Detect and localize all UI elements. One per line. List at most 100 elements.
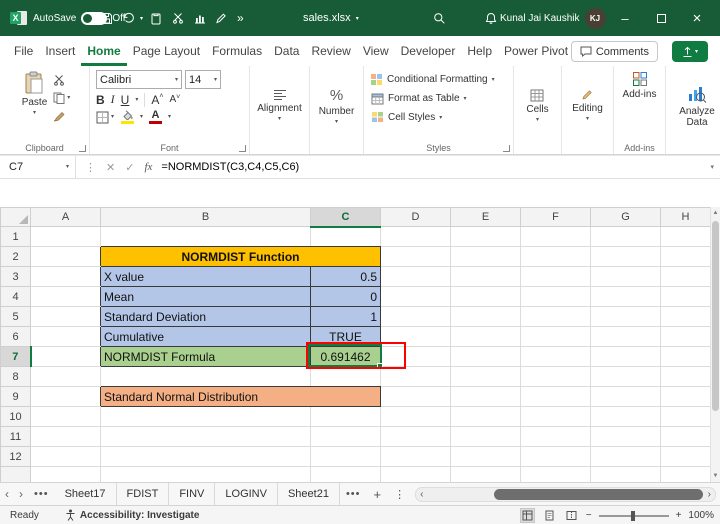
horizontal-scrollbar[interactable]: ‹ › — [415, 486, 716, 502]
cell[interactable] — [660, 386, 710, 407]
zoom-in-button[interactable]: + — [676, 510, 682, 521]
cell-b6-label[interactable]: Cumulative — [100, 326, 311, 347]
cell[interactable] — [100, 366, 311, 387]
col-header-e[interactable]: E — [450, 207, 521, 227]
cell[interactable] — [590, 406, 661, 427]
cell[interactable] — [520, 366, 591, 387]
cell[interactable] — [590, 286, 661, 307]
ribbon-tab-developer[interactable]: Developer — [395, 36, 462, 66]
cell[interactable] — [660, 366, 710, 387]
cell-styles-button[interactable]: Cell Styles ▾ — [367, 108, 510, 127]
analyze-data-button[interactable]: Analyze Data — [671, 83, 720, 129]
cell[interactable] — [520, 446, 591, 467]
cell[interactable] — [100, 226, 311, 247]
row-header-4[interactable]: 4 — [0, 286, 31, 307]
conditional-formatting-button[interactable]: Conditional Formatting ▾ — [367, 70, 510, 89]
cell[interactable] — [310, 466, 381, 482]
cell[interactable] — [520, 346, 591, 367]
cell[interactable] — [450, 426, 521, 447]
cell[interactable] — [520, 246, 591, 267]
bold-button[interactable]: B — [96, 93, 105, 107]
comments-button[interactable]: Comments — [570, 41, 658, 62]
prev-sheet-arrow-icon[interactable]: ‹ — [0, 487, 14, 501]
zoom-slider[interactable] — [598, 510, 669, 521]
cell[interactable] — [380, 366, 451, 387]
cell[interactable] — [310, 426, 381, 447]
ribbon-tab-help[interactable]: Help — [461, 36, 498, 66]
row-header-1[interactable]: 1 — [0, 226, 31, 247]
col-header-d[interactable]: D — [380, 207, 451, 227]
cell[interactable] — [590, 446, 661, 467]
page-layout-view-button[interactable] — [542, 508, 557, 523]
ribbon-tab-view[interactable]: View — [357, 36, 395, 66]
ribbon-tab-review[interactable]: Review — [305, 36, 356, 66]
cell[interactable] — [100, 406, 311, 427]
cell[interactable] — [310, 226, 381, 247]
underline-caret-icon[interactable]: ▾ — [135, 97, 138, 103]
paste-button[interactable]: Paste ▾ — [19, 70, 51, 123]
maximize-button[interactable] — [643, 0, 679, 36]
cell[interactable] — [380, 286, 451, 307]
search-button[interactable] — [433, 0, 446, 36]
styles-dialog-launcher-icon[interactable] — [503, 145, 510, 152]
cell-b7-label[interactable]: NORMDIST Formula — [100, 346, 311, 367]
cell[interactable] — [100, 426, 311, 447]
sheet-tab-fdist[interactable]: FDIST — [117, 483, 170, 505]
cell-b4-label[interactable]: Mean — [100, 286, 311, 307]
font-dialog-launcher-icon[interactable] — [239, 145, 246, 152]
cells-button[interactable]: Cells ▾ — [523, 88, 551, 124]
cell[interactable] — [30, 286, 101, 307]
cell[interactable] — [660, 226, 710, 247]
cell[interactable] — [380, 426, 451, 447]
scroll-up-icon[interactable]: ▲ — [711, 210, 720, 216]
cell[interactable] — [380, 266, 451, 287]
cell[interactable] — [30, 386, 101, 407]
cell[interactable] — [30, 246, 101, 267]
row-header-13-partial[interactable] — [0, 466, 31, 482]
alignment-button[interactable]: Alignment ▾ — [254, 88, 304, 123]
cell[interactable] — [30, 346, 101, 367]
qat-chart-button[interactable] — [194, 0, 206, 36]
save-button[interactable] — [100, 0, 113, 36]
copy-button[interactable]: ▾ — [53, 91, 70, 105]
row-header-9[interactable]: 9 — [0, 386, 31, 407]
cell[interactable] — [30, 306, 101, 327]
scroll-right-icon[interactable]: › — [708, 488, 711, 502]
formula-bar-expand-icon[interactable]: ▾ — [710, 163, 714, 171]
cell[interactable] — [450, 286, 521, 307]
col-header-g[interactable]: G — [590, 207, 661, 227]
sheet-tab-finv[interactable]: FINV — [169, 483, 216, 505]
cell[interactable] — [30, 266, 101, 287]
ribbon-tab-file[interactable]: File — [8, 36, 39, 66]
cell-c4-value[interactable]: 0 — [310, 286, 381, 307]
cell-c6-value[interactable]: TRUE — [310, 326, 381, 347]
row-header-10[interactable]: 10 — [0, 406, 31, 427]
qat-draw-button[interactable] — [215, 0, 227, 36]
zoom-level[interactable]: 100% — [688, 510, 714, 521]
number-button[interactable]: % Number ▾ — [316, 86, 358, 126]
vertical-scrollbar-thumb[interactable] — [712, 221, 719, 411]
undo-dropdown-caret-icon[interactable]: ▾ — [140, 15, 143, 22]
qat-clipboard-button[interactable] — [150, 0, 162, 36]
sheet-options-kebab-icon[interactable]: ⋮ — [388, 488, 411, 501]
cell[interactable] — [520, 286, 591, 307]
cell[interactable] — [380, 306, 451, 327]
cell[interactable] — [450, 346, 521, 367]
row-header-12[interactable]: 12 — [0, 446, 31, 467]
vertical-scrollbar[interactable]: ▲ ▼ — [710, 207, 720, 482]
row-header-11[interactable]: 11 — [0, 426, 31, 447]
increase-font-button[interactable]: A˄ — [151, 93, 163, 107]
cell[interactable] — [660, 246, 710, 267]
cell[interactable] — [450, 406, 521, 427]
cell[interactable] — [450, 366, 521, 387]
cell[interactable] — [380, 246, 451, 267]
cell[interactable] — [380, 226, 451, 247]
cell[interactable] — [450, 306, 521, 327]
cell[interactable] — [660, 306, 710, 327]
cell[interactable] — [310, 406, 381, 427]
ribbon-tab-page-layout[interactable]: Page Layout — [127, 36, 206, 66]
ribbon-tab-data[interactable]: Data — [268, 36, 305, 66]
cell[interactable] — [30, 466, 101, 482]
decrease-font-button[interactable]: A˅ — [169, 94, 180, 105]
font-size-combo[interactable]: 14 ▾ — [185, 70, 221, 89]
